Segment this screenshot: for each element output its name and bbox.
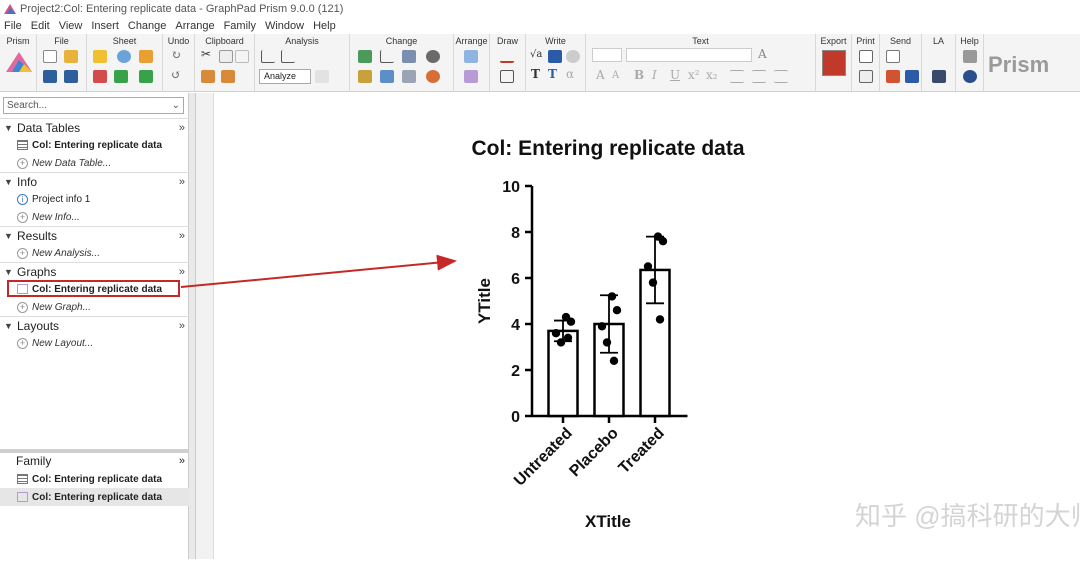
annotation-overlay [180, 254, 457, 288]
annotation-arrow [180, 254, 457, 288]
